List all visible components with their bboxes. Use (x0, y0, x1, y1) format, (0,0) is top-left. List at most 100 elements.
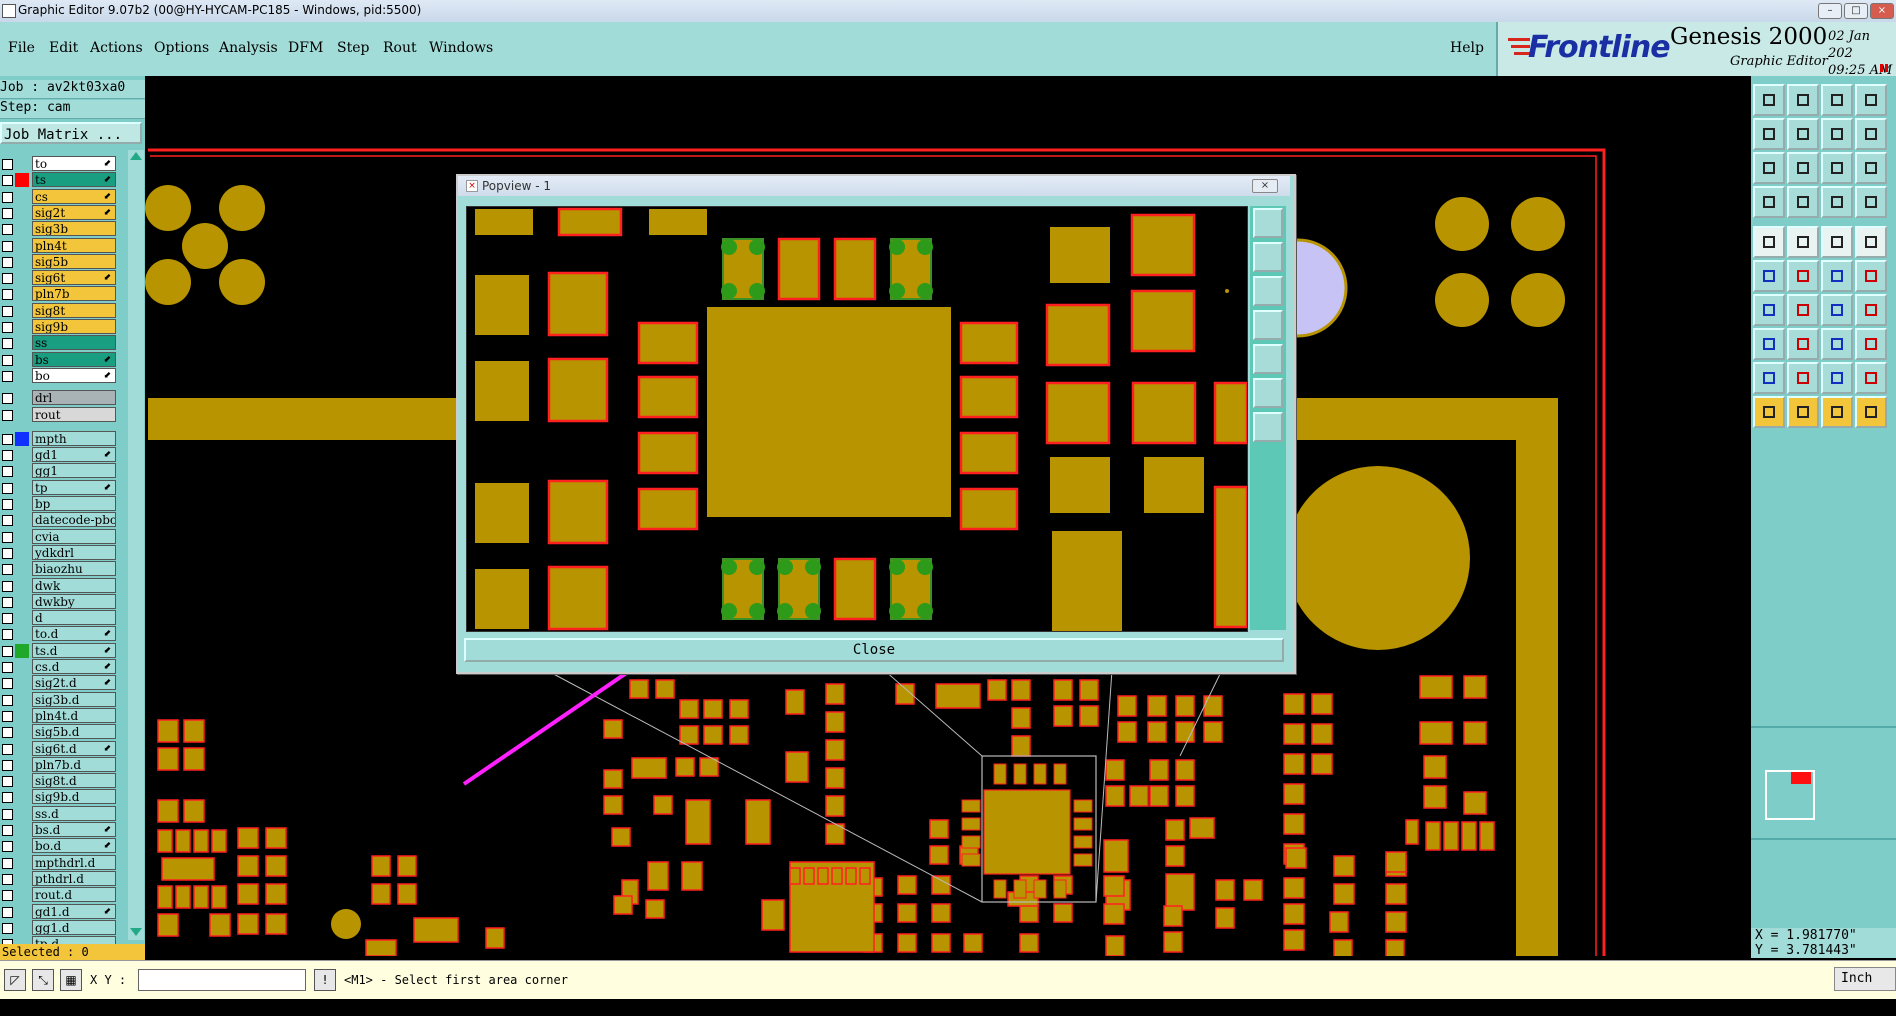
layer-color-swatch[interactable] (15, 353, 29, 367)
misc-layer-row[interactable]: sig3b.d (0, 691, 118, 708)
misc-layer-row[interactable]: gd1.d ⬋ (0, 903, 118, 920)
misc-layer-row[interactable]: pln4t.d (0, 707, 118, 724)
drill-layer-row[interactable]: rout (0, 406, 118, 423)
layer-checkbox[interactable] (2, 499, 13, 510)
misc-layer-row[interactable]: sig2t.d ⬋ (0, 675, 118, 691)
layer-checkbox[interactable] (2, 207, 13, 219)
misc-layer-row[interactable]: ts.d ⬋ (0, 642, 118, 659)
layer-checkbox[interactable] (2, 175, 13, 187)
layer-color-swatch[interactable] (15, 287, 29, 301)
menu-help[interactable]: Help (1450, 40, 1484, 56)
layer-row[interactable]: to ⬋ (0, 156, 118, 172)
layer-row[interactable]: sig5b (0, 253, 118, 270)
layer-checkbox[interactable] (2, 792, 13, 804)
mirror-icon[interactable] (1821, 118, 1853, 150)
misc-layer-row[interactable]: to.d ⬋ (0, 626, 118, 642)
layer-checkbox[interactable] (2, 580, 13, 592)
layer-checkbox[interactable] (2, 322, 13, 333)
layer-checkbox[interactable] (2, 338, 13, 350)
break-icon[interactable] (1821, 328, 1853, 360)
layer-checkbox[interactable] (2, 710, 13, 722)
layer-checkbox[interactable] (2, 191, 13, 203)
layer-checkbox[interactable] (2, 743, 13, 755)
layer-checkbox[interactable] (2, 409, 13, 421)
popview-pan-left-icon[interactable] (1253, 310, 1283, 340)
layer-checkbox[interactable] (2, 515, 13, 527)
scroll-up-icon[interactable] (130, 152, 142, 160)
menu-actions[interactable]: Actions (90, 40, 143, 56)
layer-checkbox[interactable] (2, 662, 13, 673)
layer-color-swatch[interactable] (15, 790, 29, 804)
layer-checkbox[interactable] (2, 808, 13, 820)
grid-mode-icon[interactable]: ▦ (60, 969, 82, 991)
arc2-icon[interactable] (1821, 294, 1853, 326)
layer-checkbox[interactable] (2, 857, 13, 869)
layer-color-swatch[interactable] (15, 725, 29, 739)
popview-zoom-in-icon[interactable] (1253, 378, 1283, 408)
layer-row[interactable]: sig2t ⬋ (0, 204, 118, 221)
misc-layer-row[interactable]: gg1 (0, 463, 118, 479)
layer-checkbox[interactable] (2, 531, 13, 543)
scale-icon[interactable] (1821, 152, 1853, 184)
line2-icon[interactable] (1787, 294, 1819, 326)
measure-mode-icon[interactable]: ⤡ (32, 969, 54, 991)
overview-viewport[interactable] (1791, 772, 1811, 784)
layer-row[interactable]: sig3b (0, 221, 118, 237)
popview-canvas[interactable] (466, 206, 1248, 632)
layer-color-swatch[interactable] (15, 742, 29, 756)
layer-checkbox[interactable] (2, 629, 13, 641)
split-icon[interactable] (1787, 328, 1819, 360)
layer-color-swatch[interactable] (15, 222, 29, 236)
layer-scrollbar[interactable] (128, 150, 144, 940)
overview-map[interactable] (1751, 726, 1896, 840)
layer-color-swatch[interactable] (15, 206, 29, 220)
layer-color-swatch[interactable] (15, 660, 29, 674)
misc-layer-row[interactable]: cs.d ⬋ (0, 659, 118, 675)
layer-color-swatch[interactable] (15, 905, 29, 919)
layer-row[interactable]: sig8t (0, 302, 118, 319)
menu-rout[interactable]: Rout (383, 40, 417, 56)
maximize-button[interactable]: □ (1844, 3, 1868, 19)
layer-color-swatch[interactable] (15, 643, 29, 658)
layer-checkbox[interactable] (2, 354, 13, 366)
add-surface-icon[interactable] (1821, 226, 1853, 258)
layer-row[interactable]: sig9b (0, 319, 118, 335)
menu-file[interactable]: File (8, 40, 35, 56)
xy-input[interactable] (138, 969, 306, 991)
layer-row[interactable]: ts ⬋ (0, 172, 118, 188)
units-selector[interactable]: Inch (1834, 967, 1896, 991)
filter-icon[interactable] (1855, 186, 1887, 218)
misc-layer-row[interactable]: rout.d (0, 887, 118, 903)
layer-checkbox[interactable] (2, 727, 13, 739)
layer-color-swatch[interactable] (15, 709, 29, 723)
popview-pan-right-icon[interactable] (1253, 344, 1283, 374)
layer-color-swatch[interactable] (15, 408, 29, 422)
layer-checkbox[interactable] (2, 596, 13, 608)
layer-row[interactable]: cs ⬋ (0, 188, 118, 205)
popview-zoom-fit-icon[interactable] (1253, 208, 1283, 238)
zoom-window-icon[interactable] (1787, 152, 1819, 184)
misc-layer-row[interactable]: gd1 ⬋ (0, 447, 118, 463)
layer-checkbox[interactable] (2, 289, 13, 301)
move-icon[interactable] (1855, 260, 1887, 292)
layer-color-swatch[interactable] (15, 255, 29, 269)
select4-icon[interactable] (1855, 396, 1887, 428)
layer-checkbox[interactable] (2, 393, 13, 405)
close-window-button[interactable]: × (1870, 3, 1894, 19)
misc-layer-row[interactable]: sig6t.d ⬋ (0, 740, 118, 757)
menu-analysis[interactable]: Analysis (219, 40, 278, 56)
misc-layer-row[interactable]: bo.d ⬋ (0, 838, 118, 854)
misc-layer-row[interactable]: bp (0, 496, 118, 512)
layer-color-swatch[interactable] (15, 173, 29, 188)
layer-color-swatch[interactable] (15, 336, 29, 350)
tri3-icon[interactable] (1821, 362, 1853, 394)
info-icon[interactable]: ! (314, 969, 336, 991)
layer-color-swatch[interactable] (15, 304, 29, 318)
layer-checkbox[interactable] (2, 273, 13, 285)
layer-row[interactable]: bs ⬋ (0, 351, 118, 368)
layer-color-swatch[interactable] (15, 627, 29, 641)
move2-icon[interactable] (1855, 294, 1887, 326)
misc-layer-row[interactable]: d (0, 610, 118, 626)
popview-pan-down-icon[interactable] (1253, 276, 1283, 306)
layer-checkbox[interactable] (2, 906, 13, 918)
